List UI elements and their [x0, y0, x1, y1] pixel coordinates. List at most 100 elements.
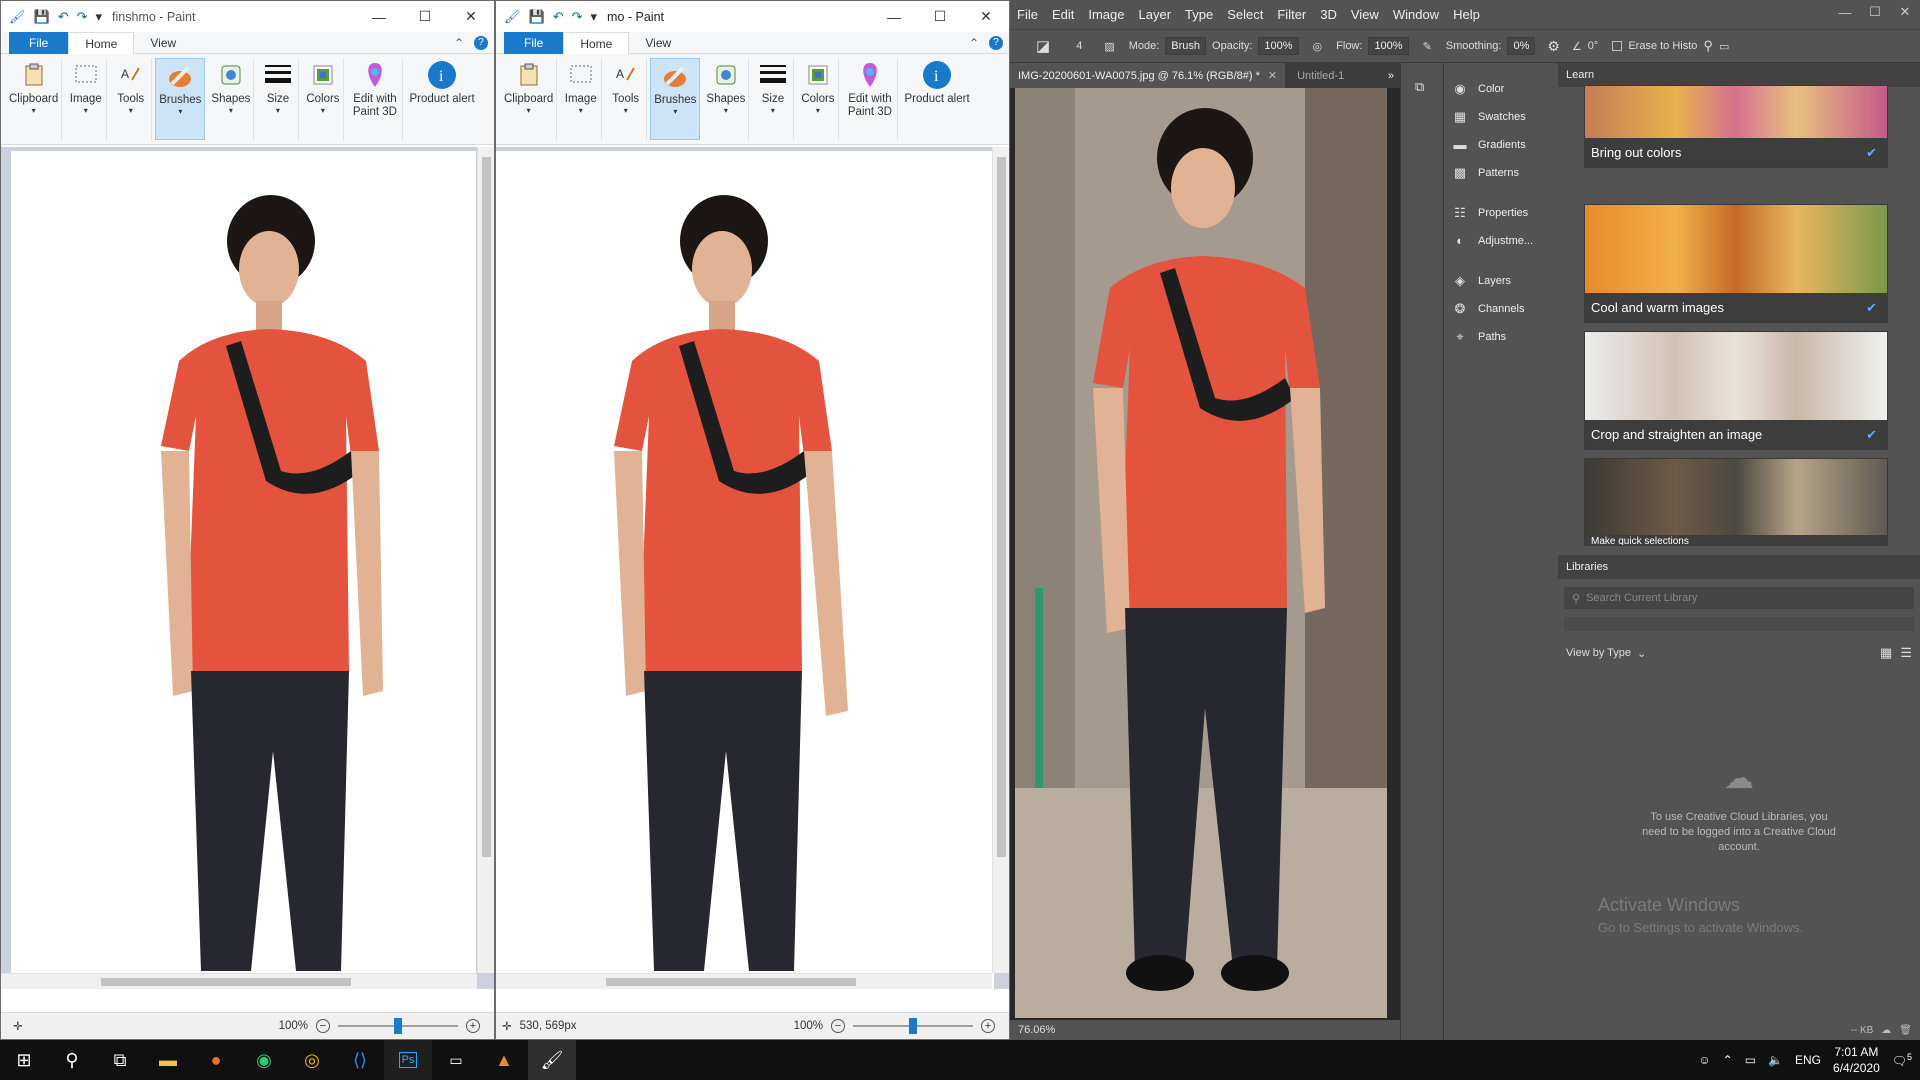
panel-channels[interactable]: ❂ Channels: [1444, 295, 1554, 323]
menu-help[interactable]: Help: [1446, 7, 1487, 22]
vertical-scrollbar[interactable]: [477, 147, 494, 973]
brush-panel-icon[interactable]: ▨: [1104, 40, 1114, 53]
menu-select[interactable]: Select: [1220, 7, 1270, 22]
menu-type[interactable]: Type: [1178, 7, 1220, 22]
zoom-slider[interactable]: [338, 1018, 458, 1034]
eraser-icon[interactable]: ◪: [1036, 37, 1050, 55]
search-icon[interactable]: ⚲: [48, 1040, 96, 1080]
menu-3d[interactable]: 3D: [1313, 7, 1344, 22]
ribbon-edit-paint3d[interactable]: Edit with Paint 3D: [842, 58, 899, 140]
notification-icon[interactable]: 🗨5: [1892, 1052, 1912, 1068]
ribbon-image[interactable]: Image ▾: [560, 58, 603, 140]
zoom-out-button[interactable]: −: [316, 1019, 330, 1033]
terminal-icon[interactable]: ▭: [432, 1040, 480, 1080]
chevron-up-icon[interactable]: ⌃: [1723, 1053, 1733, 1067]
paint-taskbar-icon[interactable]: 🖌: [528, 1040, 576, 1080]
mode-select[interactable]: Brush: [1165, 37, 1207, 55]
view-by-select[interactable]: View by Type: [1566, 647, 1631, 659]
panel-properties[interactable]: ☷ Properties: [1444, 199, 1554, 227]
menu-edit[interactable]: Edit: [1045, 7, 1081, 22]
undo-icon[interactable]: ↶: [58, 9, 69, 25]
ribbon-size[interactable]: Size ▾: [257, 58, 300, 140]
redo-icon[interactable]: ↷: [572, 9, 583, 25]
tab-view[interactable]: View: [629, 32, 687, 54]
learn-card[interactable]: Bring out colors ✔: [1584, 85, 1888, 168]
pressure-icon[interactable]: ◎: [1313, 40, 1323, 53]
panel-paths[interactable]: ⌖ Paths: [1444, 323, 1554, 351]
opacity-field[interactable]: 100%: [1258, 37, 1299, 55]
people-icon[interactable]: ☺: [1698, 1053, 1710, 1067]
menu-view[interactable]: View: [1344, 7, 1386, 22]
learn-card[interactable]: Crop and straighten an image ✔: [1584, 331, 1888, 450]
flow-field[interactable]: 100%: [1368, 37, 1409, 55]
horizontal-scrollbar[interactable]: [1, 973, 477, 989]
redo-icon[interactable]: ↷: [77, 9, 88, 25]
libraries-tab[interactable]: Libraries: [1558, 555, 1920, 579]
more-tabs-icon[interactable]: »: [1388, 70, 1400, 82]
app-green-icon[interactable]: ◉: [240, 1040, 288, 1080]
brush-size-value[interactable]: 4: [1076, 40, 1082, 52]
zoom-out-button[interactable]: −: [831, 1019, 845, 1033]
zoom-slider[interactable]: [853, 1018, 973, 1034]
customize-qa-icon[interactable]: ▾: [96, 9, 103, 25]
close-button[interactable]: ✕: [963, 1, 1009, 32]
tab-view[interactable]: View: [134, 32, 192, 54]
panel-color[interactable]: ◉ Color: [1444, 75, 1554, 103]
close-button[interactable]: ✕: [448, 1, 494, 32]
app-orange-icon[interactable]: ●: [192, 1040, 240, 1080]
menu-window[interactable]: Window: [1386, 7, 1446, 22]
smoothing-field[interactable]: 0%: [1507, 37, 1536, 55]
save-icon[interactable]: 💾: [529, 9, 545, 25]
customize-qa-icon[interactable]: ▾: [591, 9, 598, 25]
ribbon-size[interactable]: Size ▾: [752, 58, 795, 140]
ribbon-product-alert[interactable]: i Product alert: [406, 58, 477, 140]
erase-history-checkbox[interactable]: [1612, 41, 1623, 51]
search-icon[interactable]: ⚲: [1703, 38, 1713, 54]
vscode-icon[interactable]: ⟨⟩: [336, 1040, 384, 1080]
gear-icon[interactable]: ⚙: [1547, 38, 1560, 55]
help-icon[interactable]: ?: [474, 35, 488, 50]
volume-icon[interactable]: 🔈: [1768, 1053, 1783, 1067]
maximize-button[interactable]: ☐: [1860, 0, 1890, 24]
vlc-icon[interactable]: ▲: [480, 1040, 528, 1080]
minimize-button[interactable]: —: [356, 1, 402, 32]
photo-canvas[interactable]: [1015, 88, 1387, 1018]
ribbon-tools[interactable]: A Tools ▾: [110, 58, 153, 140]
vertical-scrollbar[interactable]: [992, 147, 1009, 973]
chrome-icon[interactable]: ◎: [288, 1040, 336, 1080]
learn-card[interactable]: Make quick selections: [1584, 458, 1888, 546]
ribbon-colors[interactable]: Colors ▾: [302, 58, 345, 140]
zoom-in-button[interactable]: +: [466, 1019, 480, 1033]
start-button[interactable]: ⊞: [0, 1040, 48, 1080]
list-view-icon[interactable]: ☰: [1900, 645, 1912, 661]
language-indicator[interactable]: ENG: [1795, 1053, 1821, 1067]
ribbon-clipboard[interactable]: Clipboard ▾: [501, 58, 558, 140]
minimize-button[interactable]: —: [871, 1, 917, 32]
angle-field[interactable]: 0°: [1588, 40, 1599, 52]
file-explorer-icon[interactable]: ▬: [144, 1040, 192, 1080]
tab-file[interactable]: File: [9, 32, 69, 54]
history-icon[interactable]: ⧉: [1415, 79, 1443, 95]
tab-home[interactable]: Home: [563, 32, 630, 54]
undo-icon[interactable]: ↶: [553, 9, 564, 25]
ribbon-image[interactable]: Image ▾: [65, 58, 108, 140]
workspace-icon[interactable]: ▭: [1719, 40, 1729, 53]
ribbon-edit-paint3d[interactable]: Edit with Paint 3D: [347, 58, 404, 140]
learn-card[interactable]: Cool and warm images ✔: [1584, 204, 1888, 323]
help-icon[interactable]: ?: [989, 35, 1003, 50]
photoshop-icon[interactable]: Ps: [384, 1040, 432, 1080]
canvas[interactable]: [11, 151, 476, 995]
panel-swatches[interactable]: ▦ Swatches: [1444, 103, 1554, 131]
save-icon[interactable]: 💾: [34, 9, 50, 25]
library-select[interactable]: [1564, 617, 1914, 631]
canvas-area[interactable]: [496, 147, 1009, 995]
close-tab-icon[interactable]: ✕: [1268, 69, 1277, 82]
zoom-in-button[interactable]: +: [981, 1019, 995, 1033]
ribbon-brushes[interactable]: Brushes ▾: [155, 58, 206, 140]
menu-file[interactable]: File: [1010, 7, 1045, 22]
task-view-icon[interactable]: ⧉: [96, 1040, 144, 1080]
collapse-ribbon-icon[interactable]: ⌃: [969, 36, 979, 50]
panel-gradients[interactable]: ▬ Gradients: [1444, 131, 1554, 159]
canvas-area[interactable]: [1, 147, 494, 995]
menu-filter[interactable]: Filter: [1270, 7, 1313, 22]
